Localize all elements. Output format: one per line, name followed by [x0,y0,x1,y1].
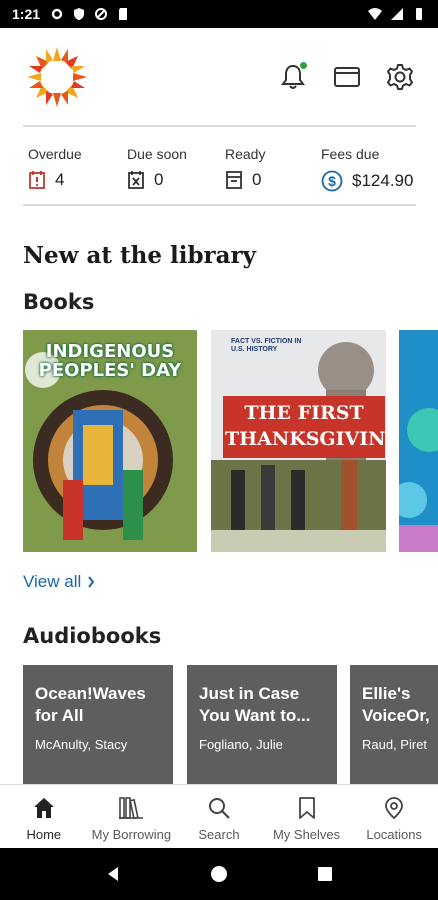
audiobook-title: Ocean!Waves for All [35,684,146,725]
location-pin-icon [385,797,404,820]
nav-label: Home [26,827,62,842]
audiobook-tile[interactable]: Ellie's VoiceOr, Raud, Piret [350,665,438,787]
book-cover-title: INDIGENOUS PEOPLES' DAY [38,341,182,381]
status-bar: 1:21 [0,0,438,28]
audiobook-tile[interactable]: Just in Case You Want to... Fogliano, Ju… [187,665,337,787]
overdue-label: Overdue [28,146,82,162]
audiobook-tile[interactable]: Ocean!Waves for All McAnulty, Stacy [23,665,173,787]
sd-card-icon [119,8,128,20]
system-navigation-bar [0,848,438,900]
borrowing-summary: Overdue 4 Due soon 0 Ready 0 Fees due $ … [23,128,416,204]
ready-count: 0 [252,170,262,189]
library-card-icon [334,67,360,87]
nav-label: My Borrowing [91,827,172,842]
nav-my-shelves[interactable]: My Shelves [263,785,351,848]
audiobook-author: Raud, Piret [362,737,428,752]
settings-button[interactable] [383,60,417,94]
wifi-icon [368,8,382,20]
signal-icon [391,8,403,20]
nav-label: My Shelves [272,827,341,842]
nav-locations[interactable]: Locations [350,785,438,848]
nav-home[interactable]: Home [0,785,88,848]
divider-bottom [23,204,416,206]
book-cover-art [399,330,438,552]
book-cover-series: FACT VS. FICTION IN U.S. HISTORY [231,338,302,353]
nav-my-borrowing[interactable]: My Borrowing [88,785,176,848]
recents-icon[interactable] [316,865,334,883]
nav-search[interactable]: Search [175,785,263,848]
books-icon [119,797,144,820]
ready-label: Ready [225,146,266,162]
settings-status-icon [51,8,63,20]
dollar-circle-icon: $ [321,170,343,192]
book-cover-indigenous-peoples-day[interactable]: INDIGENOUS PEOPLES' DAY [23,330,197,552]
audiobook-author: Fogliano, Julie [199,737,283,752]
fees-due-amount: $124.90 [352,171,414,190]
view-all-books-link[interactable]: View all [23,572,95,592]
book-cover-first-thanksgiving[interactable]: FACT VS. FICTION IN U.S. HISTORY THE FIR… [211,330,386,552]
chevron-right-icon [88,576,95,588]
notifications-button[interactable] [276,60,310,94]
divider-top [23,125,416,127]
due-soon-label: Due soon [127,146,187,162]
calendar-x-icon [128,171,144,189]
overdue-count: 4 [55,170,65,189]
home-circle-icon[interactable] [210,865,228,883]
fees-due-label: Fees due [321,146,380,162]
new-at-library-title: New at the library [23,242,257,269]
nav-label: Search [198,827,240,842]
library-card-button[interactable] [330,60,364,94]
gear-icon [387,64,413,90]
books-heading: Books [23,290,95,314]
audiobooks-heading: Audiobooks [23,624,162,648]
notification-dot [300,62,307,69]
home-icon [33,798,54,818]
search-icon [208,798,230,819]
calendar-alert-icon [29,171,45,189]
book-cover-title: THE FIRST THANKSGIVING [225,402,386,450]
audiobook-author: McAnulty, Stacy [35,737,128,752]
audiobook-title: Just in Case You Want to... [199,684,311,725]
status-time: 1:21 [12,6,41,22]
nav-label: Locations [366,827,422,842]
data-saver-icon [95,8,108,20]
svg-text:$: $ [328,173,336,189]
bookmark-icon [298,797,315,819]
view-all-label: View all [23,572,82,591]
bottom-navigation: Home My Borrowing Search My Shelves Loca… [0,784,438,848]
back-icon[interactable] [104,865,122,883]
battery-icon [416,8,422,20]
book-cover-partial[interactable] [399,330,438,552]
shield-icon [74,8,85,20]
header [0,28,438,126]
audiobook-title: Ellie's VoiceOr, [362,684,430,725]
due-soon-count: 0 [154,170,164,189]
ready-shelf-icon [226,171,242,189]
library-sunburst-logo[interactable] [26,46,88,108]
